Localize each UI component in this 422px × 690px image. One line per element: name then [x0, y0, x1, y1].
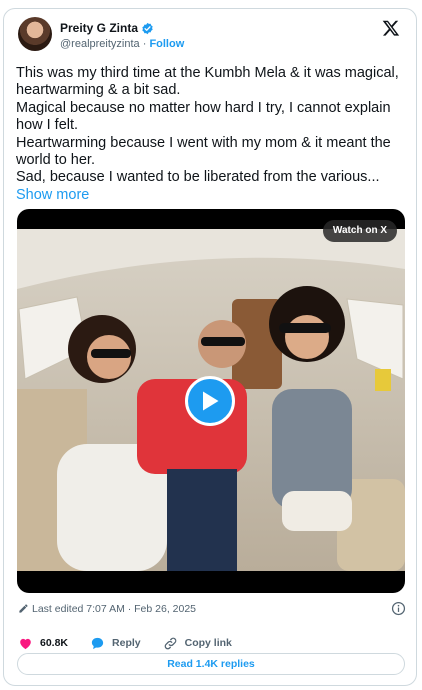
- info-icon[interactable]: [391, 601, 406, 616]
- copy-link-label: Copy link: [184, 637, 232, 649]
- heart-icon: [20, 638, 31, 649]
- like-button[interactable]: 60.8K: [18, 636, 68, 651]
- tweet-card: Preity G Zinta @realpreityzinta · Follow…: [3, 8, 417, 686]
- follow-button[interactable]: Follow: [149, 38, 184, 50]
- tweet-body: This was my third time at the Kumbh Mela…: [16, 65, 399, 186]
- handle-row: @realpreityzinta · Follow: [60, 38, 184, 50]
- read-replies-button[interactable]: Read 1.4K replies: [17, 653, 405, 675]
- edit-meta-row: Last edited 7:07 AM · Feb 26, 2025: [18, 601, 406, 619]
- handle-separator: ·: [139, 38, 150, 50]
- author-handle[interactable]: @realpreityzinta: [60, 38, 140, 50]
- verified-badge-icon: [142, 22, 153, 34]
- reply-button[interactable]: Reply: [90, 636, 141, 651]
- pencil-icon: [19, 604, 28, 613]
- show-more-link[interactable]: Show more: [16, 187, 89, 203]
- link-icon: [164, 637, 176, 649]
- watch-on-x-button[interactable]: Watch on X: [322, 220, 397, 242]
- copy-link-button[interactable]: Copy link: [163, 636, 232, 651]
- author-name[interactable]: Preity G Zinta: [60, 21, 138, 35]
- action-row: 60.8K Reply Copy link: [18, 633, 254, 653]
- play-icon: [203, 391, 219, 411]
- reply-label: Reply: [112, 637, 141, 649]
- tweet-text: This was my third time at the Kumbh Mela…: [16, 65, 408, 204]
- play-button[interactable]: [185, 376, 235, 426]
- author-name-row: Preity G Zinta: [60, 21, 154, 35]
- reply-bubble-icon: [91, 637, 104, 649]
- avatar[interactable]: [18, 17, 52, 51]
- x-logo-icon[interactable]: [382, 19, 400, 37]
- like-count: 60.8K: [40, 637, 69, 649]
- video-player[interactable]: Watch on X: [17, 209, 405, 593]
- last-edited-link[interactable]: Last edited 7:07 AM · Feb 26, 2025: [32, 603, 196, 615]
